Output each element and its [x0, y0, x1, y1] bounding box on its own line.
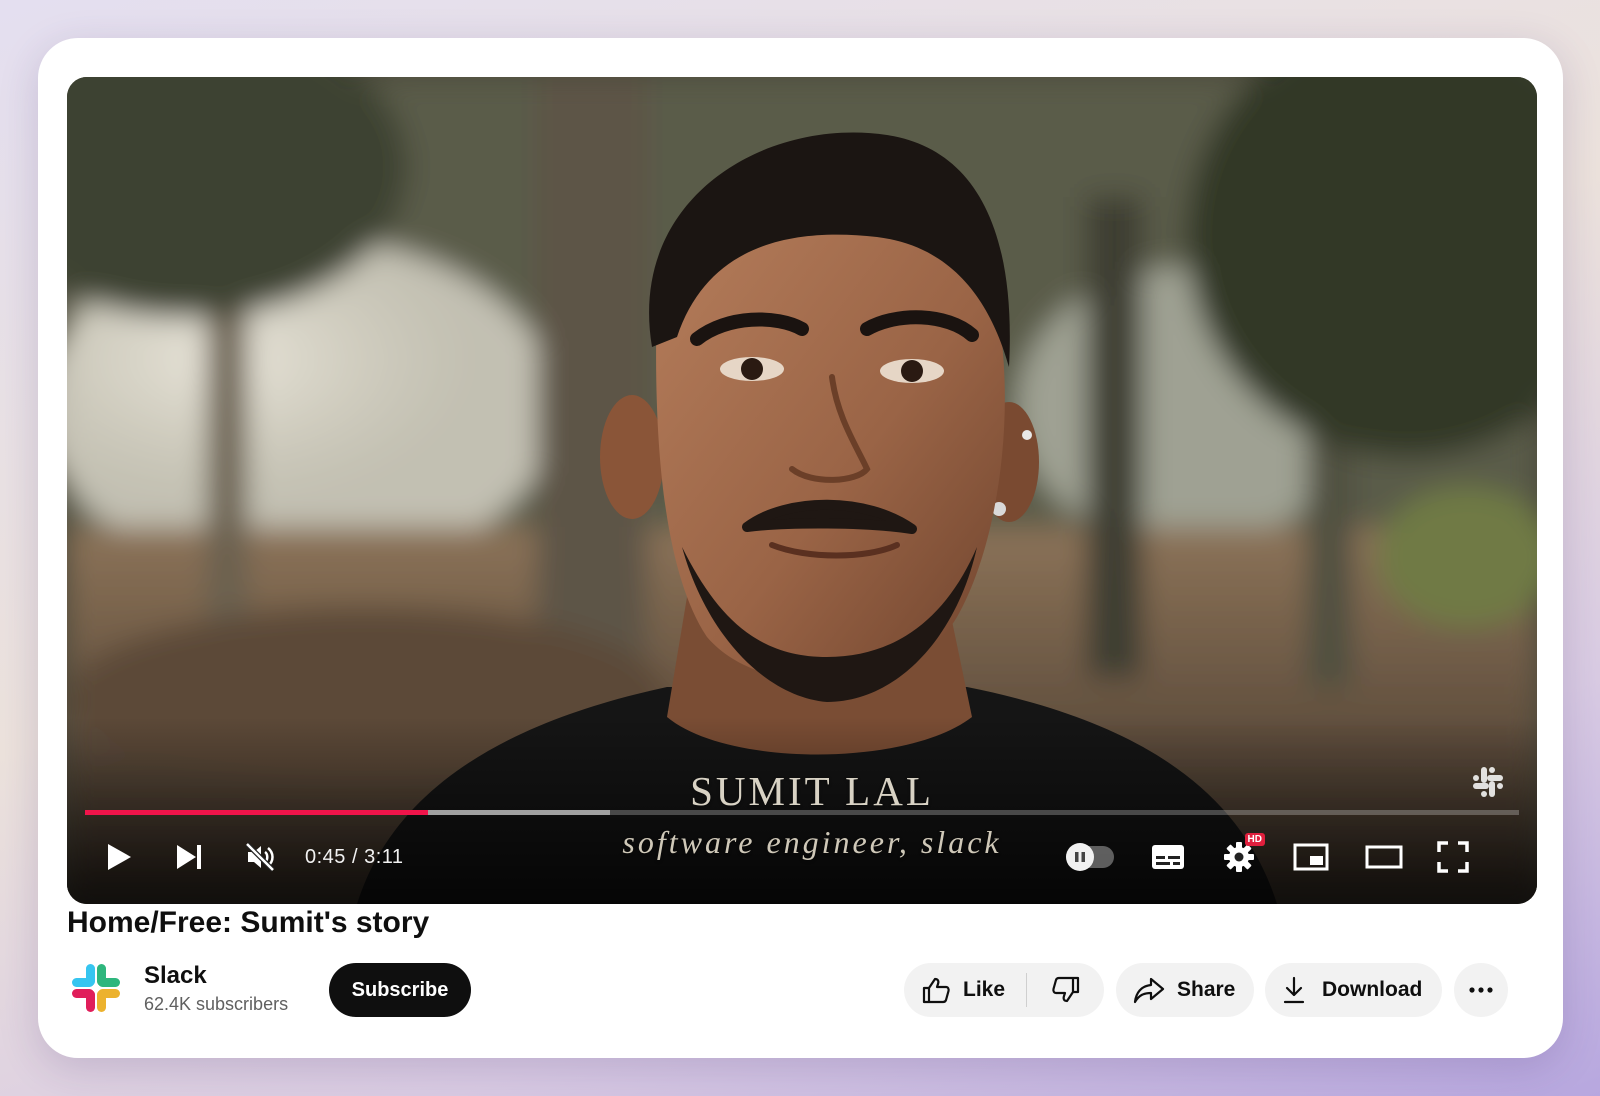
- theater-icon: [1365, 845, 1403, 869]
- hd-badge: HD: [1244, 833, 1265, 846]
- settings-button[interactable]: HD: [1217, 833, 1265, 879]
- miniplayer-icon: [1293, 843, 1329, 871]
- channel-name[interactable]: Slack: [144, 962, 207, 990]
- mute-icon: [245, 842, 275, 872]
- subscribe-button[interactable]: Subscribe: [329, 963, 471, 1017]
- download-icon: [1283, 976, 1305, 1004]
- play-icon: [108, 844, 131, 870]
- autoplay-track: [1066, 843, 1114, 871]
- share-button[interactable]: Share: [1116, 963, 1254, 1017]
- dislike-button[interactable]: [1027, 963, 1104, 1017]
- like-label: Like: [963, 978, 1006, 1001]
- more-horizontal-icon: [1469, 987, 1493, 993]
- like-dislike-group: Like: [904, 963, 1104, 1017]
- pause-icon: [1066, 843, 1094, 871]
- next-icon: [177, 845, 201, 869]
- like-button[interactable]: Like: [904, 963, 1026, 1017]
- next-button[interactable]: [167, 835, 211, 879]
- subtitles-icon: [1152, 845, 1184, 869]
- miniplayer-button[interactable]: [1289, 835, 1333, 879]
- fullscreen-icon: [1437, 841, 1469, 873]
- lower-third-name: SUMIT LAL: [690, 768, 934, 814]
- time-display: 0:45 / 3:11: [305, 846, 404, 868]
- download-label: Download: [1322, 978, 1423, 1001]
- video-player[interactable]: SUMIT LAL software engineer, slack 0:45 …: [67, 77, 1537, 904]
- share-icon: [1133, 977, 1165, 1004]
- progress-played: [85, 810, 428, 815]
- subtitles-button[interactable]: [1146, 835, 1190, 879]
- video-card: SUMIT LAL software engineer, slack 0:45 …: [38, 38, 1563, 1058]
- thumbs-down-icon: [1051, 976, 1079, 1003]
- fullscreen-button[interactable]: [1431, 835, 1475, 879]
- video-title: Home/Free: Sumit's story: [67, 906, 430, 939]
- share-label: Share: [1177, 978, 1236, 1001]
- progress-bar[interactable]: [85, 810, 1519, 815]
- thumbs-up-icon: [922, 977, 950, 1004]
- play-button[interactable]: [97, 835, 141, 879]
- slack-channel-avatar[interactable]: [70, 962, 122, 1014]
- subscriber-count: 62.4K subscribers: [144, 994, 289, 1014]
- player-controls: 0:45 / 3:11 HD: [67, 827, 1537, 887]
- slack-watermark-icon[interactable]: [1471, 765, 1505, 799]
- theater-mode-button[interactable]: [1360, 835, 1408, 879]
- mute-button[interactable]: [238, 835, 282, 879]
- autoplay-toggle[interactable]: [1063, 835, 1117, 879]
- more-actions-button[interactable]: [1454, 963, 1508, 1017]
- download-button[interactable]: Download: [1265, 963, 1442, 1017]
